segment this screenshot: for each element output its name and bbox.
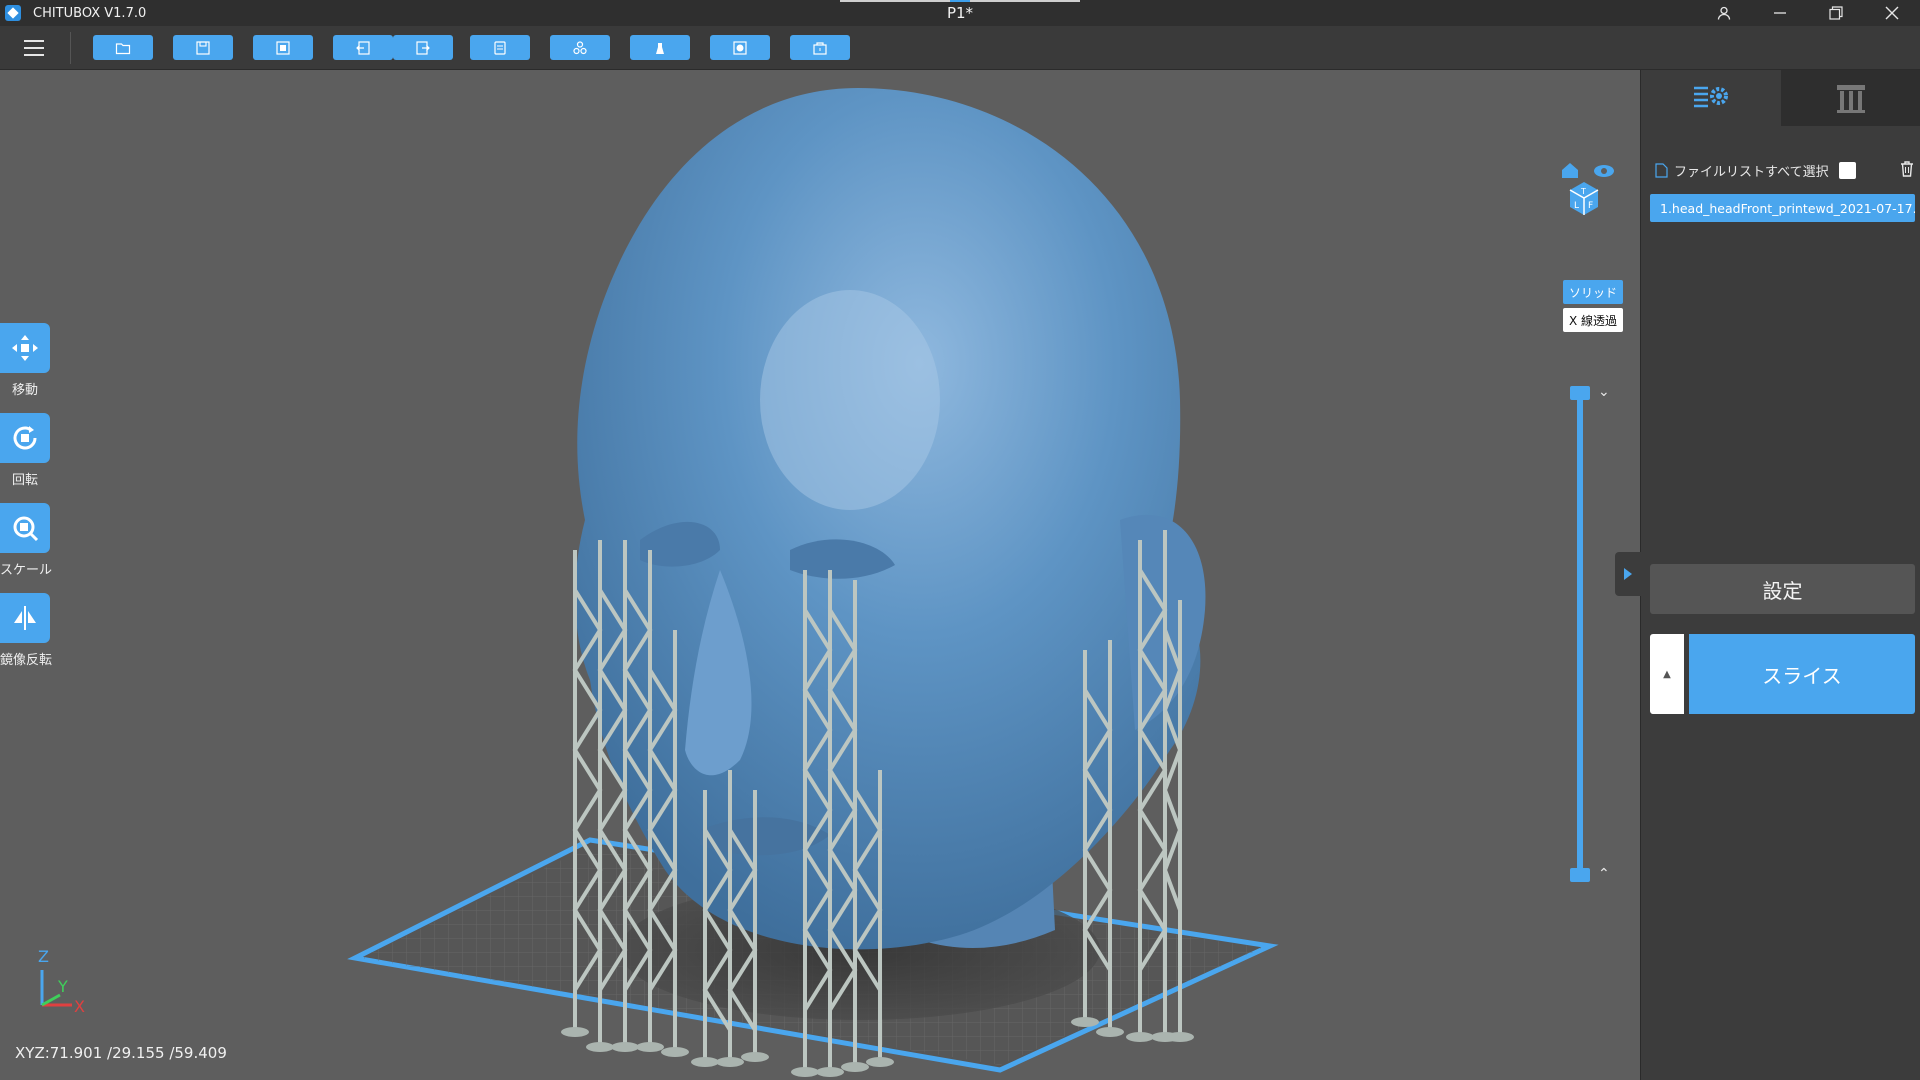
image-frame-icon — [276, 40, 290, 55]
layout-button[interactable] — [470, 35, 530, 60]
svg-text:F: F — [1588, 201, 1593, 211]
rotate-tool[interactable]: 回転 — [0, 413, 50, 488]
toolbar-divider — [70, 32, 71, 64]
folder-icon — [115, 42, 131, 54]
rotate-label: 回転 — [11, 473, 38, 488]
rotate-icon — [0, 413, 50, 463]
layer-slider-bottom-handle[interactable] — [1570, 868, 1590, 882]
close-icon[interactable] — [1864, 0, 1920, 26]
arrange-button[interactable] — [550, 35, 610, 60]
panel-tabs — [1641, 70, 1920, 126]
layer-slider-top-handle[interactable] — [1570, 386, 1590, 400]
redo-button[interactable] — [393, 35, 453, 60]
scene-render: Z Y X — [38, 88, 1279, 1077]
slice-button[interactable]: スライス — [1689, 634, 1915, 714]
chevron-down-icon[interactable]: ⌄ — [1598, 384, 1610, 400]
main-toolbar — [0, 26, 1920, 70]
xray-mode-button[interactable]: X 線透過 — [1563, 308, 1623, 332]
app-logo-icon — [5, 5, 21, 21]
3d-viewport[interactable]: Z Y X 移動 回転 スケール 鏡像反転 L F T ソリッド X 線透過 ⌄… — [0, 70, 1640, 1080]
move-label: 移動 — [11, 383, 38, 398]
home-icon — [1562, 163, 1578, 178]
support-button[interactable] — [630, 35, 690, 60]
tab-support-settings[interactable] — [1781, 70, 1920, 126]
trash-icon[interactable] — [1899, 160, 1915, 181]
arrange-icon — [573, 40, 587, 54]
svg-text:X: X — [74, 997, 85, 1016]
import-button[interactable] — [253, 35, 313, 60]
undo-button[interactable] — [333, 35, 393, 60]
select-all-label: ファイルリストすべて選択 — [1674, 164, 1829, 180]
title-bar: CHITUBOX V1.7.0 P1* — [0, 0, 1920, 26]
redo-icon — [416, 40, 430, 55]
svg-text:Y: Y — [57, 977, 68, 996]
svg-text:L: L — [1574, 201, 1579, 211]
minimize-icon[interactable] — [1752, 0, 1808, 26]
file-list-header: ファイルリストすべて選択 — [1655, 158, 1915, 182]
window-controls — [1696, 0, 1920, 26]
chevron-up-icon[interactable]: ⌃ — [1598, 866, 1610, 882]
document-title: P1* — [946, 4, 974, 22]
hollow-icon — [733, 40, 747, 55]
package-button[interactable] — [790, 35, 850, 60]
view-cube[interactable]: L F T — [1560, 160, 1616, 222]
layers-icon — [494, 40, 506, 55]
select-all-checkbox[interactable] — [1838, 161, 1856, 179]
right-panel: ファイルリストすべて選択 1.head_headFront_printewd_2… — [1615, 70, 1920, 1080]
user-icon[interactable] — [1696, 0, 1752, 26]
scale-icon — [0, 503, 50, 553]
support-icon — [656, 42, 664, 54]
mirror-label: 鏡像反転 — [0, 653, 53, 668]
hollow-button[interactable] — [710, 35, 770, 60]
scale-label: スケール — [0, 563, 53, 578]
scale-tool[interactable]: スケール — [0, 503, 53, 578]
svg-text:T: T — [1580, 187, 1586, 196]
move-icon — [0, 323, 50, 373]
list-settings-icon — [1694, 86, 1728, 108]
tab-model-settings[interactable] — [1641, 70, 1781, 126]
svg-text:Z: Z — [38, 947, 49, 966]
solid-mode-button[interactable]: ソリッド — [1563, 280, 1623, 304]
triangle-right-icon — [1624, 568, 1632, 580]
layer-slider-track[interactable] — [1577, 392, 1583, 874]
slice-options-button[interactable]: ▲ — [1650, 634, 1684, 714]
document-tab-indicator — [840, 0, 1080, 2]
mirror-icon — [0, 593, 50, 643]
mirror-tool[interactable]: 鏡像反転 — [0, 593, 53, 668]
document-icon — [1655, 162, 1668, 178]
move-tool[interactable]: 移動 — [0, 323, 50, 398]
file-list-item[interactable]: 1.head_headFront_printewd_2021-07-17.obj — [1650, 194, 1915, 222]
pillars-icon — [1837, 85, 1865, 113]
save-icon — [196, 40, 210, 55]
coordinate-readout: XYZ:71.901 /29.155 /59.409 — [15, 1044, 227, 1062]
axis-gizmo: Z Y X — [38, 947, 85, 1016]
hamburger-menu-icon[interactable] — [18, 34, 50, 62]
restore-icon[interactable] — [1808, 0, 1864, 26]
settings-button[interactable]: 設定 — [1650, 564, 1915, 614]
collapse-panel-button[interactable] — [1615, 552, 1641, 596]
undo-icon — [356, 40, 370, 55]
open-file-button[interactable] — [93, 35, 153, 60]
save-button[interactable] — [173, 35, 233, 60]
package-icon — [813, 41, 827, 55]
app-title: CHITUBOX V1.7.0 — [33, 5, 147, 21]
